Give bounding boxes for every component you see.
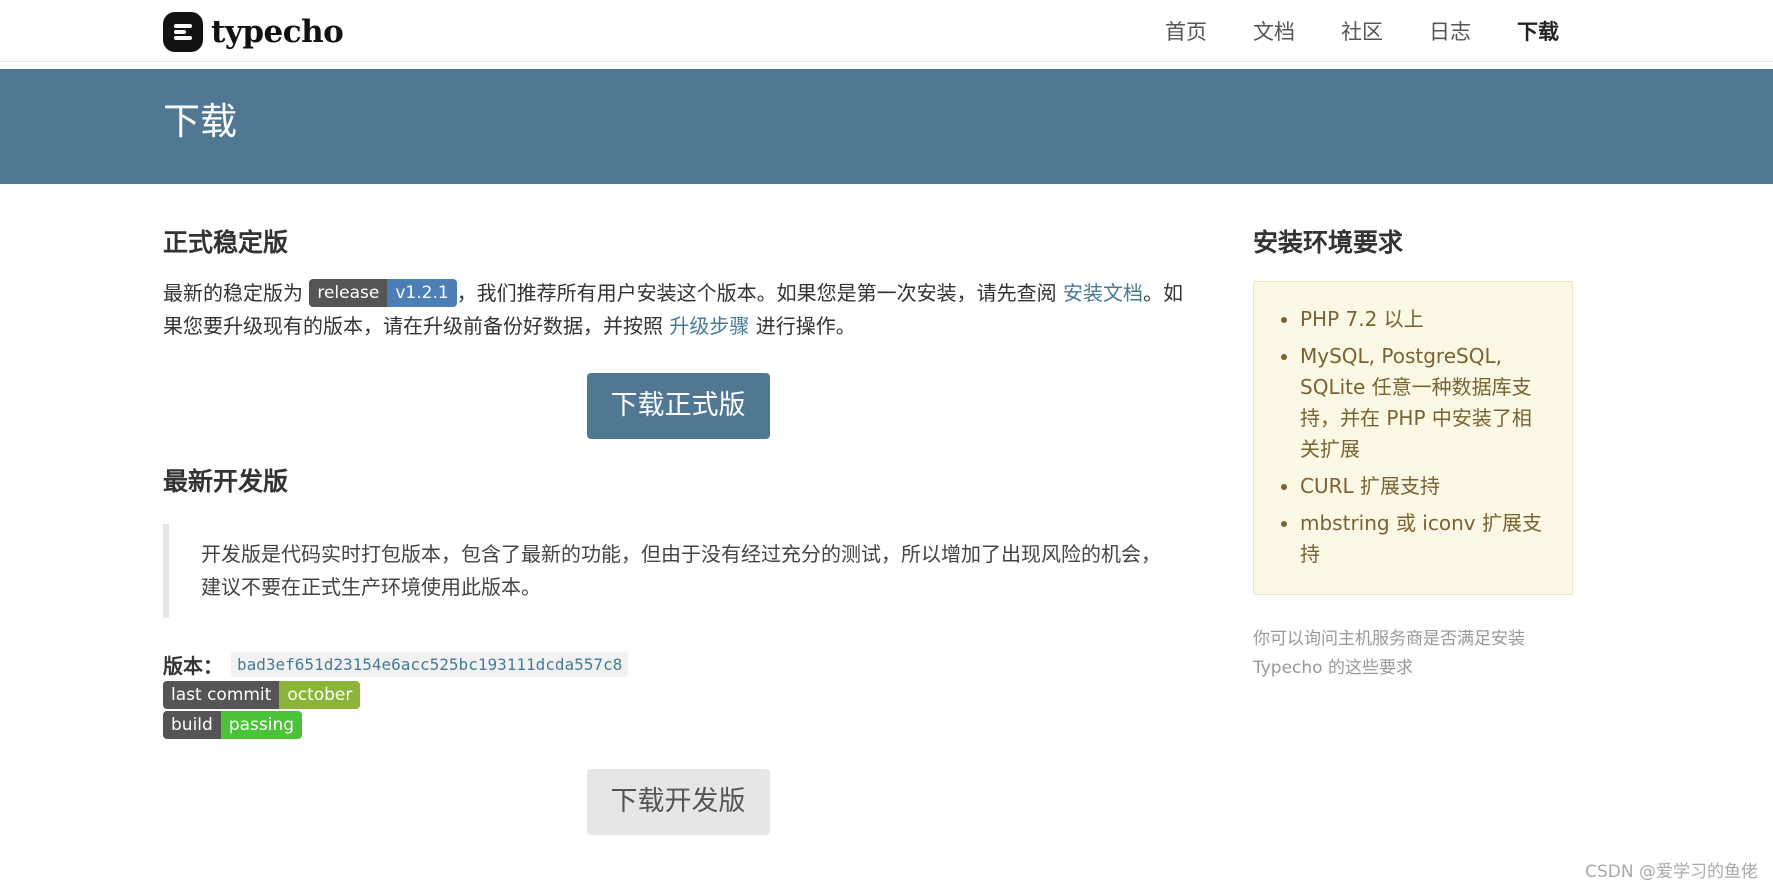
top-navbar: typecho 首页 文档 社区 日志 下载 xyxy=(0,0,1773,62)
dev-heading: 最新开发版 xyxy=(163,467,289,496)
upgrade-steps-link[interactable]: 升级步骤 xyxy=(669,314,749,338)
list-item: CURL 扩展支持 xyxy=(1300,471,1548,502)
commit-badge-label: last commit xyxy=(163,681,280,709)
nav-download[interactable]: 下载 xyxy=(1517,16,1559,46)
nav-home[interactable]: 首页 xyxy=(1165,16,1207,46)
logo-text: typecho xyxy=(211,14,344,50)
page-banner: 下载 xyxy=(0,69,1773,184)
release-badge-version: v1.2.1 xyxy=(387,278,457,307)
stable-heading: 正式稳定版 xyxy=(163,228,289,257)
stable-intro-text-2: ，我们推荐所有用户安装这个版本。如果您是第一次安装，请先查阅 xyxy=(456,281,1057,305)
page-title: 下载 xyxy=(163,100,237,143)
build-badge-label: build xyxy=(163,711,221,739)
logo-link[interactable]: typecho xyxy=(163,12,344,52)
csdn-watermark: CSDN @爱学习的鱼佬 xyxy=(1585,862,1758,882)
install-doc-link[interactable]: 安装文档 xyxy=(1063,281,1143,305)
list-item: PHP 7.2 以上 xyxy=(1300,304,1548,335)
nav-community[interactable]: 社区 xyxy=(1341,16,1383,46)
release-version-badge: release v1.2.1 xyxy=(309,278,457,307)
hosting-note: 你可以询问主机服务商是否满足安装 Typecho 的这些要求 xyxy=(1253,629,1525,678)
build-status-badge[interactable]: build passing xyxy=(163,711,303,739)
list-item: mbstring 或 iconv 扩展支持 xyxy=(1300,508,1548,570)
requirements-box: PHP 7.2 以上 MySQL, PostgreSQL, SQLite 任意一… xyxy=(1253,281,1573,595)
list-item: MySQL, PostgreSQL, SQLite 任意一种数据库支持，并在 P… xyxy=(1300,341,1548,465)
build-badge-value: passing xyxy=(220,711,303,739)
typecho-logo-icon xyxy=(163,12,203,52)
last-commit-badge[interactable]: last commit october xyxy=(163,681,361,709)
nav-docs[interactable]: 文档 xyxy=(1253,16,1295,46)
dev-warning-quote: 开发版是代码实时打包版本，包含了最新的功能，但由于没有经过充分的测试，所以增加了… xyxy=(163,524,1193,618)
requirements-heading: 安装环境要求 xyxy=(1253,228,1404,257)
sidebar: 安装环境要求 PHP 7.2 以上 MySQL, PostgreSQL, SQL… xyxy=(1253,230,1573,683)
main-nav: 首页 文档 社区 日志 下载 xyxy=(1119,0,1559,61)
release-badge-label: release xyxy=(309,278,388,307)
download-dev-button[interactable]: 下载开发版 xyxy=(586,769,770,835)
build-badge-row: build passing xyxy=(163,711,1193,739)
requirements-list: PHP 7.2 以上 MySQL, PostgreSQL, SQLite 任意一… xyxy=(1278,304,1548,570)
version-label: 版本： xyxy=(163,654,223,678)
stable-intro-text-4: 进行操作。 xyxy=(755,314,856,338)
download-stable-button[interactable]: 下载正式版 xyxy=(586,373,770,439)
main-content: 正式稳定版 最新的稳定版为 release v1.2.1 ，我们推荐所有用户安装这个… xyxy=(163,230,1193,835)
stable-intro-text: 最新的稳定版为 xyxy=(163,281,303,305)
commit-badge-row: last commit october xyxy=(163,681,1193,709)
version-hash: bad3ef651d23154e6acc525bc193111dcda557c8 xyxy=(231,652,629,677)
commit-badge-value: october xyxy=(279,681,361,709)
nav-blog[interactable]: 日志 xyxy=(1429,16,1471,46)
dev-version-row: 版本： bad3ef651d23154e6acc525bc193111dcda5… xyxy=(163,650,1193,679)
stable-description: 最新的稳定版为 release v1.2.1 ，我们推荐所有用户安装这个版本。如果您… xyxy=(163,277,1193,343)
